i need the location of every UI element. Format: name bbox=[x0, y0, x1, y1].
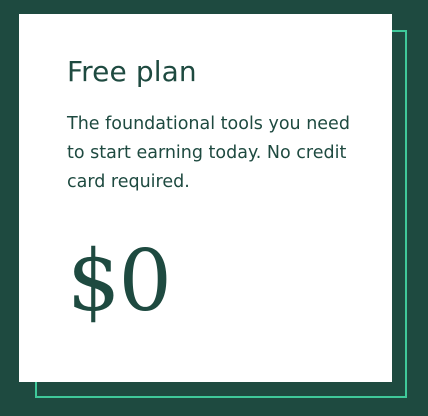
pricing-card: Free plan The foundational tools you nee… bbox=[19, 14, 392, 382]
plan-title: Free plan bbox=[67, 55, 197, 88]
plan-description: The foundational tools you need to start… bbox=[67, 114, 350, 192]
plan-price: $0 bbox=[67, 232, 172, 330]
